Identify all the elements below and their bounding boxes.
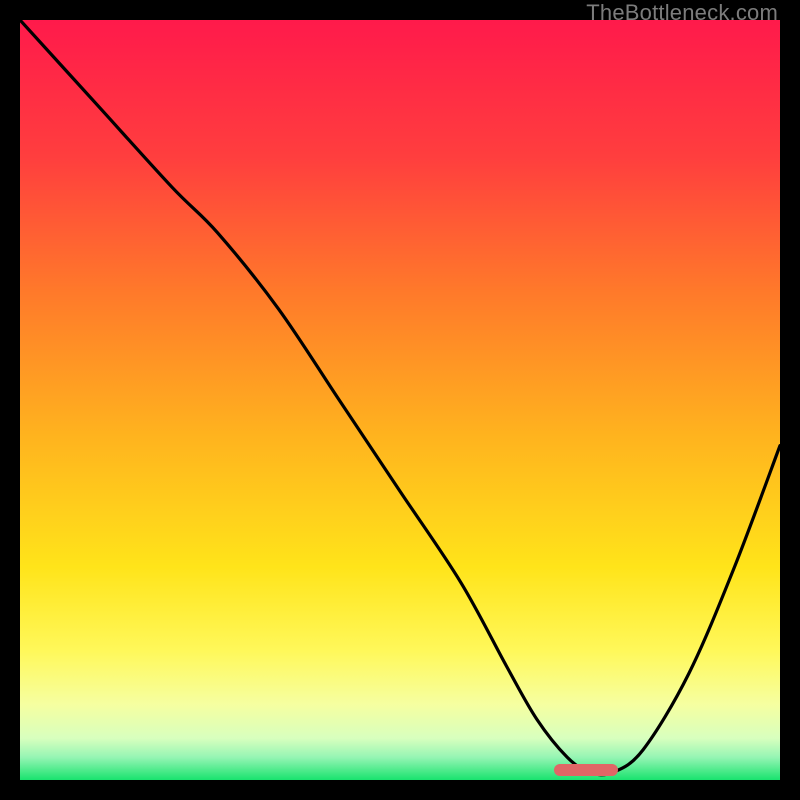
watermark-text: TheBottleneck.com <box>586 0 778 26</box>
chart-frame: TheBottleneck.com <box>0 0 800 800</box>
optimum-marker <box>554 764 618 776</box>
plot-area <box>20 20 780 780</box>
bottleneck-curve <box>20 20 780 780</box>
